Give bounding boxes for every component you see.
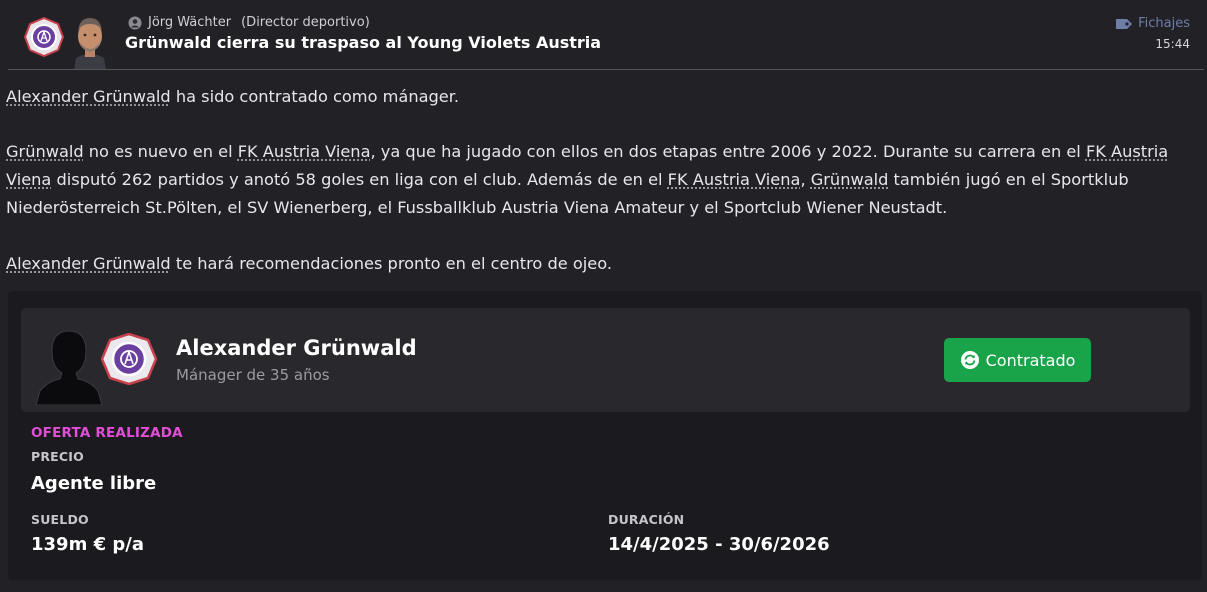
sender-name[interactable]: Jörg Wächter bbox=[148, 15, 231, 30]
duracion-label: DURACIÓN bbox=[608, 512, 685, 527]
paragraph-1: Alexander Grünwald ha sido contratado co… bbox=[6, 83, 1201, 111]
club-link[interactable]: FK Austria Viena bbox=[238, 142, 371, 161]
paragraph-3-text: te hará recomendaciones pronto en el cen… bbox=[170, 254, 612, 273]
message-time: 15:44 bbox=[1155, 37, 1190, 51]
sueldo-value: 139m € p/a bbox=[31, 534, 144, 555]
paragraph-text: , bbox=[800, 170, 811, 189]
duracion-value: 14/4/2025 - 30/6/2026 bbox=[608, 534, 830, 555]
club-badge-icon[interactable] bbox=[23, 16, 65, 58]
silhouette-icon[interactable] bbox=[34, 323, 104, 406]
offer-title: OFERTA REALIZADA bbox=[31, 425, 183, 441]
manager-link[interactable]: Grünwald bbox=[6, 142, 84, 161]
header-divider bbox=[8, 69, 1204, 70]
manager-link[interactable]: Alexander Grünwald bbox=[6, 87, 171, 106]
status-button[interactable]: Contratado bbox=[944, 338, 1091, 382]
sender-line: Jörg Wächter (Director deportivo) bbox=[128, 15, 370, 30]
club-link[interactable]: FK Austria Viena bbox=[668, 170, 801, 189]
player-subtitle: Mánager de 35 años bbox=[176, 366, 330, 384]
category-link[interactable]: Fichajes bbox=[1115, 16, 1190, 31]
precio-label: PRECIO bbox=[31, 449, 84, 464]
news-headline: Grünwald cierra su traspaso al Young Vio… bbox=[125, 33, 602, 52]
status-label: Contratado bbox=[985, 350, 1076, 370]
paragraph-3: Alexander Grünwald te hará recomendacion… bbox=[6, 250, 1201, 278]
person-icon bbox=[128, 16, 142, 29]
tag-icon bbox=[1116, 18, 1133, 29]
sender-avatar[interactable] bbox=[70, 12, 110, 70]
paragraph-text: no es nuevo en el bbox=[83, 142, 238, 161]
precio-value: Agente libre bbox=[31, 473, 157, 494]
paragraph-2: Grünwald no es nuevo en el FK Austria Vi… bbox=[6, 138, 1201, 222]
paragraph-text: disputó 262 partidos y anotó 58 goles en… bbox=[51, 170, 668, 189]
club-badge-icon[interactable] bbox=[100, 332, 158, 386]
category-label[interactable]: Fichajes bbox=[1138, 16, 1190, 31]
manager-link[interactable]: Alexander Grünwald bbox=[6, 254, 171, 273]
sender-role: (Director deportivo) bbox=[241, 15, 370, 30]
refresh-icon bbox=[960, 351, 979, 369]
sueldo-label: SUELDO bbox=[31, 512, 89, 527]
player-name[interactable]: Alexander Grünwald bbox=[176, 336, 417, 360]
paragraph-text: , ya que ha jugado con ellos en dos etap… bbox=[370, 142, 1086, 161]
manager-link[interactable]: Grünwald bbox=[811, 170, 889, 189]
paragraph-1-text: ha sido contratado como mánager. bbox=[170, 87, 460, 106]
